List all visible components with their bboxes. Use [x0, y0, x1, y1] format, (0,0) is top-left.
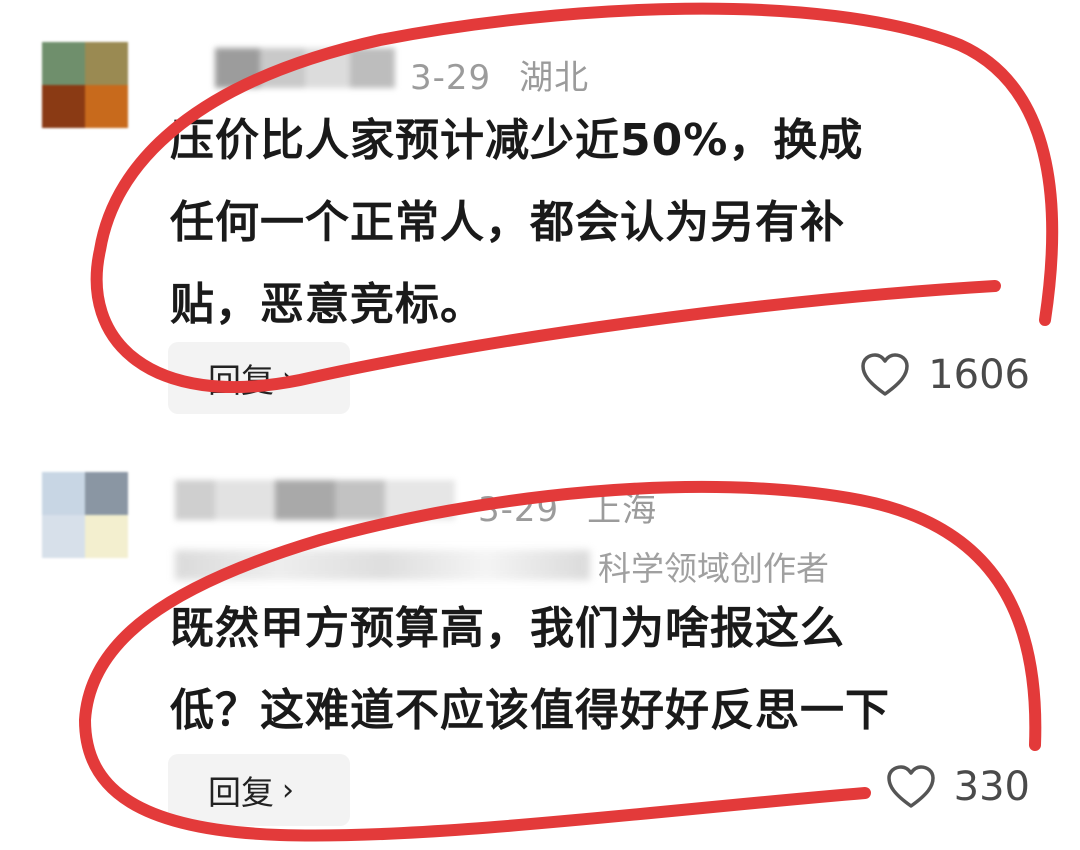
chevron-right-icon: › [282, 772, 294, 808]
comment-location: 湖北 [519, 58, 590, 98]
username-blurred[interactable] [215, 48, 395, 88]
reply-button[interactable]: 回复 › [168, 754, 350, 826]
comment-text-line: 低？这难道不应该值得好好反思一下 [170, 685, 890, 736]
reply-button[interactable]: 回复 › [168, 342, 350, 414]
chevron-right-icon: › [282, 360, 294, 396]
comment-text-line: 贴，恶意竞标。 [170, 279, 485, 330]
creator-badge: 科学领域创作者 [598, 549, 829, 588]
reply-label: 回复 [208, 773, 274, 812]
avatar[interactable] [42, 472, 128, 558]
reply-label: 回复 [208, 361, 274, 400]
comment-location: 上海 [587, 490, 658, 530]
heart-outline-icon[interactable] [886, 764, 936, 810]
comment-text: 既然甲方预算高，我们为啥报这么 低？这难道不应该值得好好反思一下 [170, 588, 890, 752]
heart-outline-icon[interactable] [860, 352, 910, 398]
like-count: 330 [953, 764, 1030, 810]
comment-date: 3-29 [478, 490, 560, 530]
like-button[interactable]: 330 [886, 764, 1030, 810]
comment-text-line: 既然甲方预算高，我们为啥报这么 [170, 603, 845, 654]
comment-meta: 3-29 湖北 [410, 50, 589, 99]
comment-item-2: 3-29 上海 科学领域创作者 既然甲方预算高，我们为啥报这么 低？这难道不应该值… [0, 430, 1080, 850]
like-button[interactable]: 1606 [860, 352, 1030, 398]
comment-text: 压价比人家预计减少近50%，换成 任何一个正常人，都会认为另有补 贴，恶意竞标。 [170, 100, 863, 346]
comment-text-line: 任何一个正常人，都会认为另有补 [170, 197, 845, 248]
comment-text-line: 压价比人家预计减少近50%，换成 [170, 115, 864, 166]
like-count: 1606 [928, 352, 1030, 398]
avatar[interactable] [42, 42, 128, 128]
badge-blurred [175, 550, 590, 580]
comment-date: 3-29 [410, 58, 492, 98]
comment-meta: 3-29 上海 [478, 482, 657, 531]
comment-item-1: 3-29 湖北 压价比人家预计减少近50%，换成 任何一个正常人，都会认为另有补 … [0, 0, 1080, 430]
username-blurred[interactable] [175, 480, 455, 520]
